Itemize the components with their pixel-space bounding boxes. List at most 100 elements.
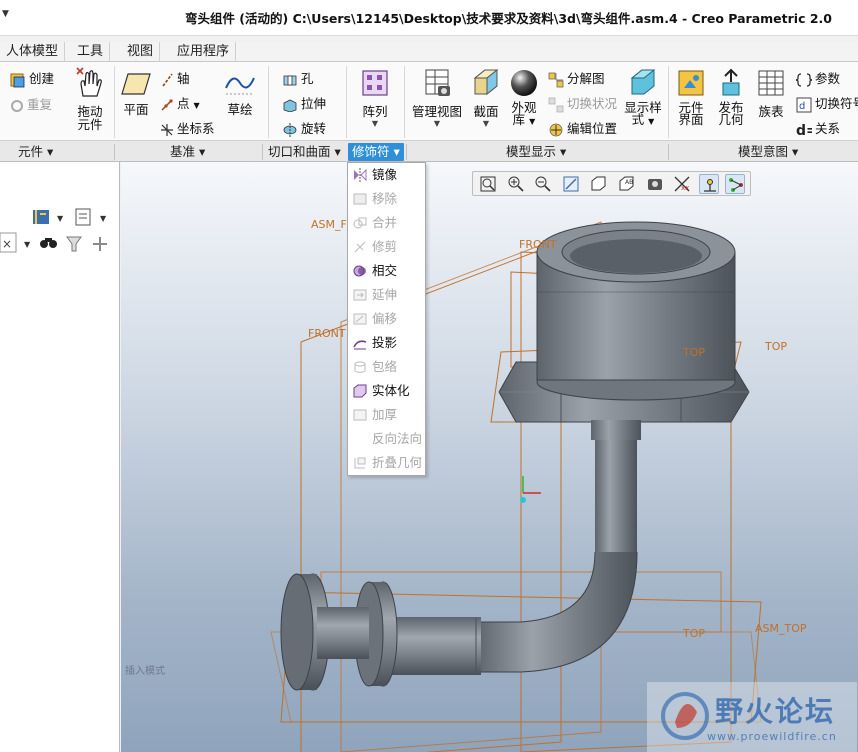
menu-item-remove[interactable]: 移除 (348, 187, 425, 211)
revolve-icon (283, 122, 297, 137)
spin-center-icon[interactable] (699, 174, 719, 194)
merge-icon (353, 217, 367, 229)
view-manager-icon[interactable] (645, 174, 665, 194)
menu-item-extend[interactable]: 延伸 (348, 283, 425, 307)
toggle-status-icon (548, 97, 564, 112)
quick-access-dropdown-icon[interactable]: ▼ (2, 9, 9, 19)
edit-position-button[interactable]: 编辑位置 (548, 118, 617, 138)
settings-tool-icon[interactable] (33, 210, 49, 224)
graphics-window[interactable]: ASM_FRONT FRONT FRONT TOP TOP TOP ASM_TO… (121, 162, 858, 752)
filter-icon[interactable] (66, 236, 82, 252)
hole-icon (283, 75, 297, 85)
create-button[interactable]: 创建 (10, 68, 54, 88)
group-component[interactable]: 元件 ▾ (18, 143, 53, 161)
menu-item-thicken[interactable]: 加厚 (348, 403, 425, 427)
datum-label[interactable]: TOP (682, 346, 705, 359)
repaint-icon[interactable] (561, 174, 581, 194)
section-button[interactable]: 截面 ▼ (468, 68, 504, 128)
pattern-dropdown-icon[interactable]: ▼ (356, 120, 394, 128)
datum-label[interactable]: ASM_TOP (755, 622, 807, 635)
mirror-icon (354, 168, 367, 182)
appearance-library-button[interactable]: 外观 库 ▼ (506, 68, 542, 128)
coordinate-system-button[interactable]: 坐标系 (160, 118, 215, 137)
zoom-out-icon[interactable] (533, 174, 553, 194)
menu-item-reverse-normal[interactable]: 反向法向 (348, 427, 425, 451)
tab-manikin[interactable]: 人体模型 (0, 42, 66, 62)
parameters-button[interactable]: 参数 (796, 68, 840, 88)
menu-item-solidify[interactable]: 实体化 (348, 379, 425, 403)
settings-dropdown-icon[interactable]: ▼ (57, 214, 64, 223)
family-table-icon (758, 70, 784, 96)
find-binoculars-icon[interactable] (40, 238, 57, 248)
group-model-intent[interactable]: 模型意图 ▾ (738, 143, 798, 161)
model-scene[interactable]: ASM_FRONT FRONT FRONT TOP TOP TOP ASM_TO… (121, 162, 858, 752)
menu-item-intersect[interactable]: 相交 (348, 259, 425, 283)
group-cut-surface[interactable]: 切口和曲面 ▾ (268, 143, 341, 161)
datum-display-filters-icon[interactable]: xx (672, 174, 692, 194)
toggle-status-button[interactable]: 切换状况 (548, 93, 617, 113)
ribbon-group-bar: 元件 ▾ 基准 ▾ 切口和曲面 ▾ 修饰符 ▾ 模型显示 ▾ 模型意图 ▾ (0, 140, 858, 162)
manage-views-icon (425, 69, 450, 96)
hole-button[interactable]: 孔 (282, 68, 314, 87)
remove-icon (353, 193, 367, 205)
model-tree-toolbar: ▼ ▼ × ▼ (0, 208, 107, 253)
svg-text:▼[interactable]: ▼ (100, 214, 107, 223)
edit-position-icon (549, 123, 563, 136)
plane-button[interactable]: 平面 (118, 72, 154, 118)
close-icon[interactable]: × (2, 237, 12, 251)
exploded-view-button[interactable]: 分解图 (548, 68, 605, 88)
tab-tools[interactable]: 工具 (71, 42, 111, 62)
relations-button[interactable]: d= 关系 (796, 118, 840, 138)
menu-item-fold-geometry[interactable]: 折叠几何 (348, 451, 425, 475)
datum-label[interactable]: TOP (682, 627, 705, 640)
group-modifiers[interactable]: 修饰符 ▾ (348, 143, 404, 161)
group-datum[interactable]: 基准 ▾ (170, 143, 205, 161)
drag-component-button[interactable]: 拖动 元件 (70, 66, 110, 131)
pattern-button[interactable]: 阵列 ▼ (356, 68, 394, 128)
sketch-icon (225, 77, 255, 95)
axis-button[interactable]: 轴 (160, 68, 190, 87)
group-model-display[interactable]: 模型显示 ▾ (506, 143, 566, 161)
publish-geometry-button[interactable]: 发布 几何 (714, 68, 748, 126)
manage-views-button[interactable]: 管理视图 ▼ (410, 68, 464, 128)
axis-icon (162, 73, 173, 86)
datum-label[interactable]: TOP (764, 340, 787, 353)
svg-text:▼[interactable]: ▼ (24, 240, 31, 249)
menu-item-offset[interactable]: 偏移 (348, 307, 425, 331)
saved-orientations-icon[interactable]: AB (617, 174, 637, 194)
sketch-button[interactable]: 草绘 (222, 70, 258, 118)
refit-icon[interactable] (478, 174, 498, 194)
menu-item-trim[interactable]: 修剪 (348, 235, 425, 259)
tab-view[interactable]: 视图 (121, 42, 161, 62)
component-interface-button[interactable]: 元件 界面 (674, 68, 708, 126)
intersect-icon (353, 265, 366, 277)
annotation-display-icon[interactable] (725, 174, 745, 194)
point-icon (161, 98, 173, 111)
relations-icon: d= (796, 123, 812, 138)
switch-symbols-icon: d (796, 97, 812, 112)
point-button[interactable]: 点 ▼ (160, 93, 200, 112)
datum-label[interactable]: FRONT (519, 238, 557, 251)
redo-button[interactable]: 重复 (10, 94, 52, 113)
create-icon (10, 73, 25, 87)
section-icon (473, 68, 499, 96)
tree-filter-list-icon[interactable] (75, 208, 91, 226)
menu-item-mirror[interactable]: 镜像 (348, 163, 425, 187)
extrude-button[interactable]: 拉伸 (282, 93, 326, 112)
pattern-icon (362, 70, 388, 96)
display-style-view-icon[interactable] (589, 174, 609, 194)
menu-item-project[interactable]: 投影 (348, 331, 425, 355)
switch-symbols-button[interactable]: d切换符号 (796, 93, 858, 113)
family-table-button[interactable]: 族表 (754, 68, 788, 120)
offset-icon (353, 313, 367, 325)
parameters-icon (796, 72, 812, 87)
tab-applications[interactable]: 应用程序 (171, 42, 237, 62)
zoom-in-icon[interactable] (506, 174, 526, 194)
display-style-button[interactable]: 显示样 式 ▼ (622, 68, 664, 128)
revolve-button[interactable]: 旋转 (282, 118, 326, 137)
menu-item-wrap[interactable]: 包络 (348, 355, 425, 379)
datum-label[interactable]: FRONT (308, 327, 346, 340)
extend-icon (353, 289, 367, 301)
add-icon[interactable] (93, 237, 107, 251)
menu-item-merge[interactable]: 合并 (348, 211, 425, 235)
